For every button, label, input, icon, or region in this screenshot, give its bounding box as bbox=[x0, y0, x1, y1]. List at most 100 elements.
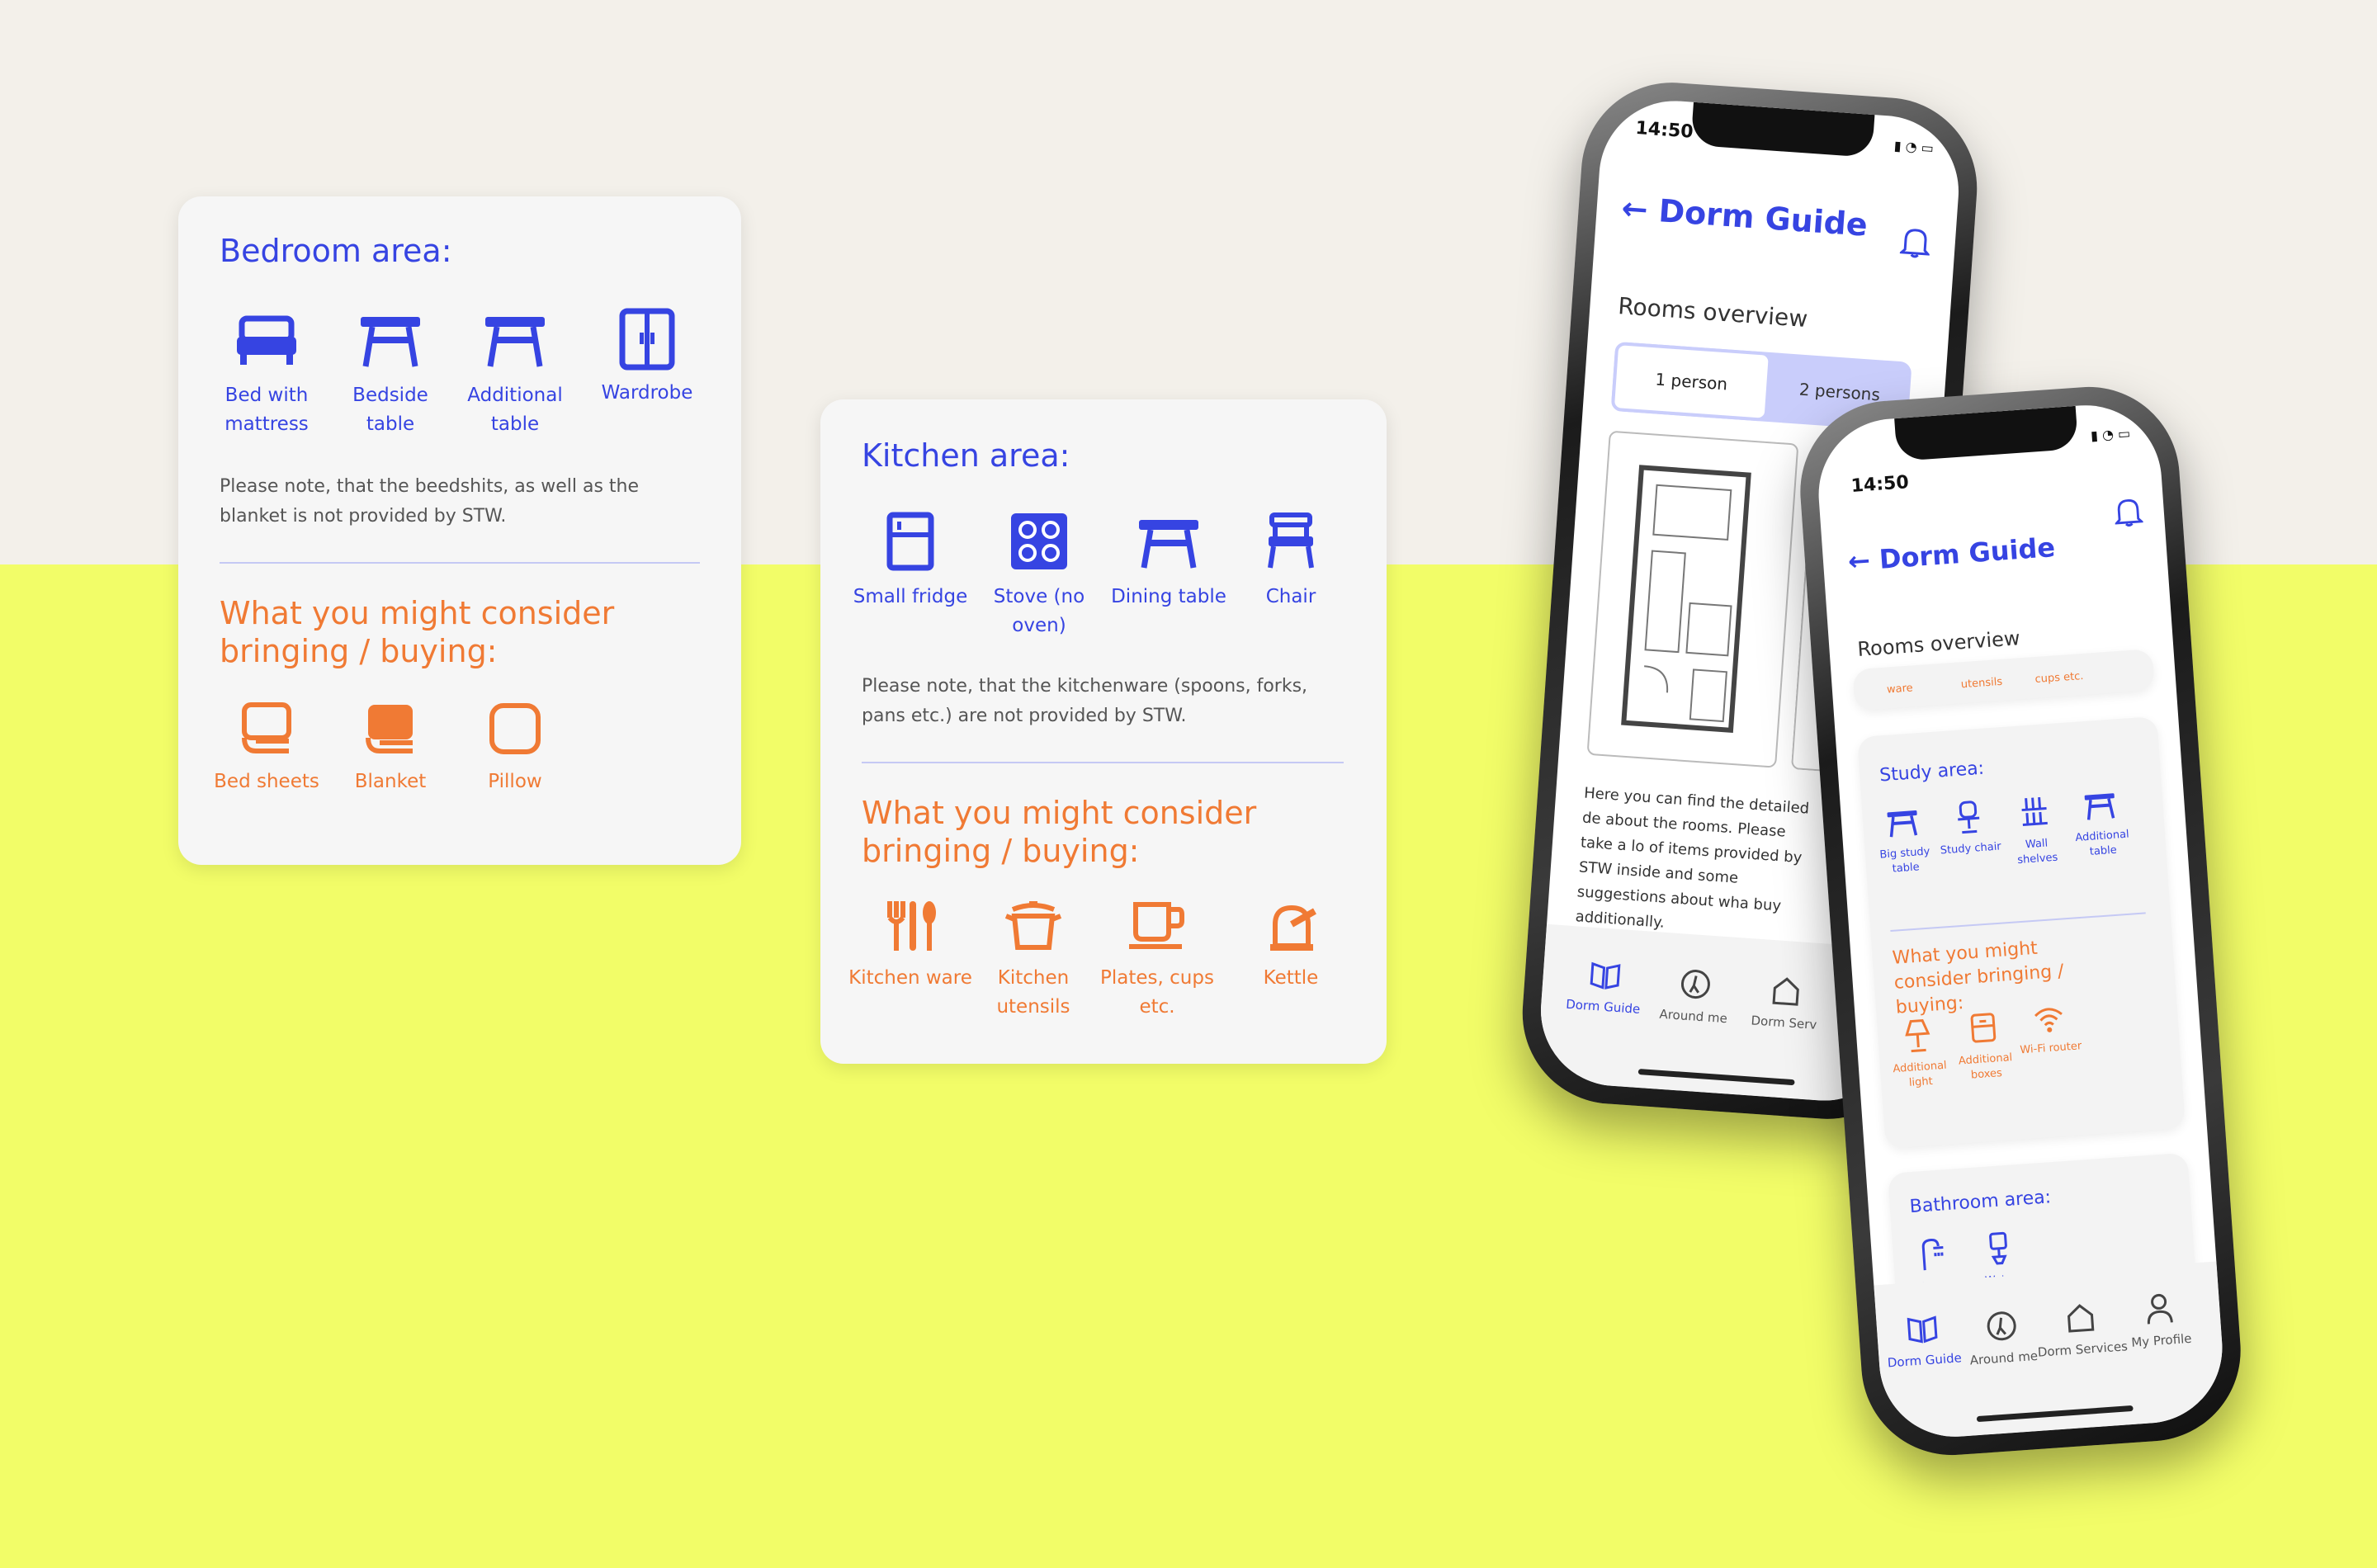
person-icon bbox=[2147, 1293, 2173, 1325]
back-arrow-icon[interactable]: ← bbox=[1847, 545, 1871, 578]
section-title: Rooms overview bbox=[1856, 626, 2021, 661]
kitchen-title: Kitchen area: bbox=[862, 437, 1070, 474]
item-bed: Bed with mattress bbox=[205, 312, 328, 439]
book-icon bbox=[1907, 1315, 1938, 1344]
table-icon bbox=[1887, 810, 1918, 838]
bedroom-divider bbox=[220, 562, 700, 564]
pot-icon bbox=[1004, 901, 1062, 950]
phone-front: 14:50 ▮ ◔ ▭ ← Dorm Guide Rooms overview … bbox=[1793, 380, 2247, 1462]
item-additional-boxes: Additional boxes bbox=[1949, 1009, 2020, 1084]
status-icons: ▮ ◔ ▭ bbox=[1893, 137, 1935, 157]
item-label: Blanket bbox=[354, 771, 427, 792]
app-title[interactable]: ← Dorm Guide bbox=[1847, 531, 2056, 577]
box-icon bbox=[1970, 1013, 1997, 1043]
tab-around-me[interactable]: Around me bbox=[1647, 965, 1741, 1027]
chip-cups: cups etc. bbox=[2034, 669, 2084, 687]
item-label: Dining table bbox=[1111, 586, 1226, 607]
kitchen-divider bbox=[862, 762, 1344, 763]
item-kitchen-ware: Kitchen ware bbox=[848, 900, 972, 993]
bathroom-area-title: Bathroom area: bbox=[1908, 1187, 2052, 1218]
wifi-icon bbox=[2034, 1008, 2063, 1032]
bed-sheets-icon bbox=[242, 702, 291, 753]
home-indicator bbox=[1637, 1068, 1795, 1086]
chip-utensils: utensils bbox=[1960, 675, 2003, 692]
item-wardrobe: Wardrobe bbox=[585, 308, 709, 408]
shelves-icon bbox=[2021, 796, 2048, 827]
book-icon bbox=[1590, 961, 1621, 989]
table-icon bbox=[2084, 793, 2115, 820]
fridge-icon bbox=[886, 512, 934, 571]
chair-icon bbox=[1268, 512, 1314, 569]
shower-icon bbox=[1921, 1238, 1944, 1271]
item-label: Bedside table bbox=[352, 385, 428, 435]
item-label: Bed sheets bbox=[214, 771, 319, 792]
home-icon bbox=[2067, 1304, 2095, 1333]
office-chair-icon bbox=[1958, 801, 1980, 834]
walking-icon bbox=[1987, 1311, 2016, 1341]
chip-ware: ware bbox=[1886, 682, 1914, 697]
kitchen-card: Kitchen area: Small fridge Stove (no ove… bbox=[820, 399, 1387, 1064]
item-stove: Stove (no oven) bbox=[977, 512, 1101, 640]
item-label: Wardrobe bbox=[601, 382, 693, 404]
item-label: Kettle bbox=[1263, 967, 1319, 989]
item-kitchen-utensils: Kitchen utensils bbox=[971, 900, 1095, 1022]
bed-icon bbox=[237, 315, 296, 365]
tab-my-profile[interactable]: My Profile bbox=[2113, 1289, 2207, 1352]
item-kettle: Kettle bbox=[1229, 900, 1353, 993]
bedroom-consider-title: What you might consider bringing / buyin… bbox=[220, 595, 615, 669]
item-bed-sheets: Bed sheets bbox=[205, 701, 328, 796]
table-icon bbox=[485, 317, 545, 367]
bedroom-title: Bedroom area: bbox=[220, 233, 452, 269]
tab-bar: Dorm Guide Around me Dorm Services My Pr… bbox=[1874, 1261, 2228, 1443]
item-label: Plates, cups etc. bbox=[1100, 967, 1214, 1018]
item-label: Stove (no oven) bbox=[993, 586, 1085, 636]
bell-icon[interactable] bbox=[2113, 494, 2144, 529]
item-study-chair: Study chair bbox=[1935, 798, 2005, 858]
item-pillow: Pillow bbox=[453, 701, 577, 796]
item-plates-cups: Plates, cups etc. bbox=[1095, 900, 1219, 1022]
item-label: Bed with mattress bbox=[224, 385, 309, 435]
item-small-fridge: Small fridge bbox=[848, 512, 972, 612]
study-area-card: Study area: Big study table Study chair … bbox=[1856, 716, 2186, 1150]
wardrobe-icon bbox=[619, 308, 675, 371]
rooms-description: Here you can find the detailed de about … bbox=[1575, 784, 1810, 932]
item-label: Small fridge bbox=[853, 586, 968, 607]
kettle-icon bbox=[1270, 904, 1316, 951]
stove-icon bbox=[1011, 513, 1067, 569]
status-time: 14:50 bbox=[1634, 117, 1694, 143]
tab-dorm-guide[interactable]: Dorm Guide bbox=[1557, 958, 1652, 1018]
toggle-1-person[interactable]: 1 person bbox=[1610, 341, 1773, 422]
phone-front-screen: 14:50 ▮ ◔ ▭ ← Dorm Guide Rooms overview … bbox=[1813, 399, 2228, 1443]
cup-icon bbox=[1129, 902, 1184, 949]
tab-dorm-services[interactable]: Dorm Serv bbox=[1738, 971, 1832, 1033]
back-arrow-icon[interactable]: ← bbox=[1620, 190, 1649, 228]
item-wall-shelves: Wall shelves bbox=[2001, 794, 2072, 869]
item-bedside-table: Bedside table bbox=[328, 312, 452, 439]
status-icons: ▮ ◔ ▭ bbox=[2090, 425, 2131, 444]
table-icon bbox=[1139, 520, 1198, 569]
status-time: 14:50 bbox=[1850, 472, 1910, 498]
kitchen-note: Please note, that the kitchenware (spoon… bbox=[862, 676, 1308, 726]
home-icon bbox=[1772, 977, 1799, 1006]
notch bbox=[1690, 102, 1875, 158]
floor-plan-drawing bbox=[1621, 465, 1751, 733]
blanket-icon bbox=[366, 705, 413, 753]
item-dining-table: Dining table bbox=[1107, 515, 1231, 612]
bell-icon[interactable] bbox=[1899, 224, 1931, 259]
item-additional-table: Additional table bbox=[453, 312, 577, 439]
app-title[interactable]: ← Dorm Guide bbox=[1620, 190, 1869, 243]
kitchen-consider-title: What you might consider bringing / buyin… bbox=[862, 795, 1257, 869]
study-area-title: Study area: bbox=[1878, 758, 1985, 786]
notch bbox=[1894, 405, 2079, 462]
item-label: Additional table bbox=[467, 385, 563, 435]
walking-icon bbox=[1680, 970, 1710, 999]
item-additional-table: Additional table bbox=[2066, 789, 2137, 861]
item-big-study-table: Big study table bbox=[1869, 806, 1940, 878]
table-icon bbox=[361, 317, 420, 367]
bedroom-card: Bedroom area: Bed with mattress Bedside … bbox=[178, 196, 741, 865]
lamp-icon bbox=[1905, 1019, 1930, 1053]
item-chair: Chair bbox=[1229, 512, 1353, 612]
section-title: Rooms overview bbox=[1617, 292, 1809, 333]
item-additional-light: Additional light bbox=[1883, 1017, 1954, 1092]
floor-plan[interactable] bbox=[1586, 430, 1799, 768]
